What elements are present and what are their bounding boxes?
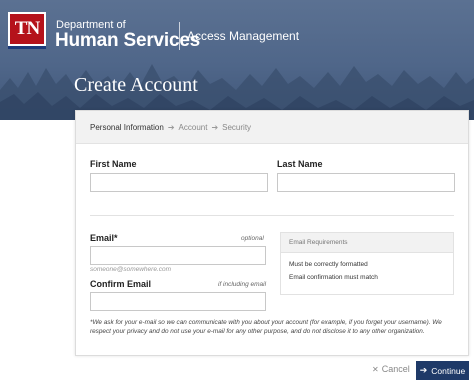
email-optional-hint: optional xyxy=(241,235,264,242)
form-card: Personal Information ➔ Account ➔ Securit… xyxy=(75,110,469,356)
continue-button[interactable]: ➔ Continue xyxy=(416,361,469,380)
section-divider xyxy=(90,215,454,216)
continue-label: Continue xyxy=(431,365,466,376)
logo-underline xyxy=(8,46,46,49)
email-requirements-box: Email Requirements Must be correctly for… xyxy=(280,232,454,295)
header-divider xyxy=(179,22,180,50)
confirm-email-input[interactable] xyxy=(90,292,266,311)
email-format-helper: someone@somewhere.com xyxy=(90,266,172,273)
last-name-input[interactable] xyxy=(277,173,455,192)
close-icon: ✕ xyxy=(372,364,379,374)
chevron-right-icon: ➔ xyxy=(211,122,219,132)
confirm-email-label: Confirm Email xyxy=(90,279,152,289)
tn-logo: TN xyxy=(8,12,46,46)
step-security: Security xyxy=(222,122,252,132)
first-name-label: First Name xyxy=(90,159,137,169)
page-title: Create Account xyxy=(74,74,198,96)
header-banner: TN Department of Human Services Access M… xyxy=(0,0,474,120)
app-name: Access Management xyxy=(187,29,300,43)
email-input[interactable] xyxy=(90,246,266,265)
requirement-item: Must be correctly formatted xyxy=(289,261,368,268)
step-account: Account xyxy=(178,122,208,132)
privacy-notice: *We ask for your e-mail so we can commun… xyxy=(90,319,442,335)
step-breadcrumb: Personal Information ➔ Account ➔ Securit… xyxy=(76,111,468,144)
chevron-right-icon: ➔ xyxy=(167,122,175,132)
email-requirements-title: Email Requirements xyxy=(281,233,453,253)
requirement-item: Email confirmation must match xyxy=(289,274,378,281)
first-name-input[interactable] xyxy=(90,173,268,192)
cancel-button[interactable]: ✕ Cancel xyxy=(372,364,410,374)
cancel-label: Cancel xyxy=(381,364,410,374)
email-label: Email* xyxy=(90,233,118,243)
confirm-email-hint: if including email xyxy=(218,281,267,288)
arrow-right-icon: ➔ xyxy=(419,365,428,375)
last-name-label: Last Name xyxy=(277,159,323,169)
step-personal-information: Personal Information xyxy=(90,122,164,132)
